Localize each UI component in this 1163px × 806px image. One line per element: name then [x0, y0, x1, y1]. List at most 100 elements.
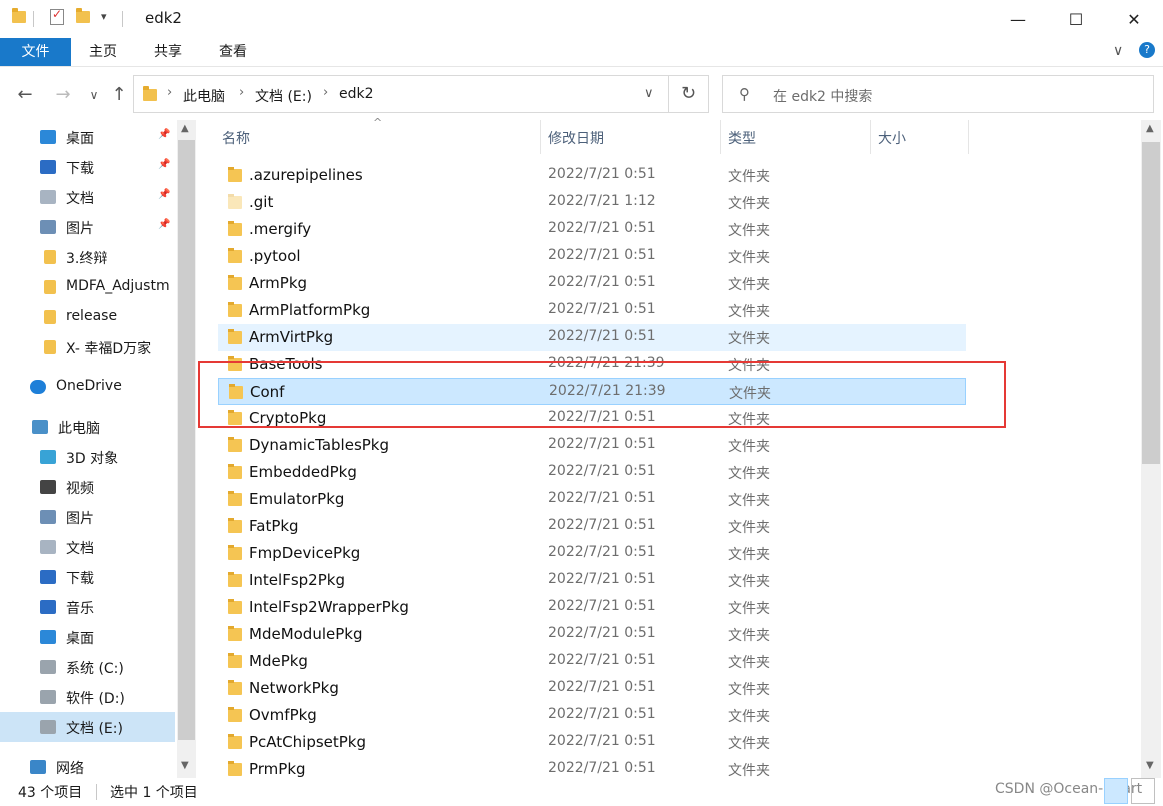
sidebar-item[interactable]: 文档 📌 — [0, 182, 177, 212]
properties-icon[interactable]: ✓ — [50, 7, 64, 25]
expand-ribbon-icon[interactable]: ∨ — [1113, 43, 1123, 59]
breadcrumb-this-pc[interactable]: 此电脑 — [183, 86, 225, 106]
scroll-up-icon[interactable]: ▲ — [1146, 123, 1154, 134]
column-divider[interactable] — [540, 120, 541, 154]
sidebar-item-label: 音乐 — [66, 601, 94, 617]
file-row[interactable]: NetworkPkg 2022/7/21 0:51 文件夹 — [218, 675, 966, 702]
sidebar-item[interactable]: 此电脑 — [0, 412, 177, 442]
chevron-right-icon[interactable]: › — [239, 85, 244, 100]
file-name: IntelFsp2Pkg — [249, 571, 345, 589]
sidebar-item[interactable]: 3D 对象 — [0, 442, 177, 472]
sidebar-item[interactable]: 网络 — [0, 752, 177, 778]
folder-icon — [12, 8, 26, 23]
sidebar-item[interactable]: 文档 — [0, 532, 177, 562]
column-name[interactable]: 名称 — [222, 128, 250, 148]
file-row[interactable]: .git 2022/7/21 1:12 文件夹 — [218, 189, 966, 216]
sidebar-item[interactable]: 图片 — [0, 502, 177, 532]
window-title: edk2 — [145, 9, 182, 27]
nav-scrollbar-thumb[interactable] — [178, 140, 195, 740]
address-bar[interactable]: › 此电脑 › 文档 (E:) › edk2 ∨ — [133, 75, 669, 113]
file-name: EmbeddedPkg — [249, 463, 357, 481]
up-button[interactable]: ↑ — [108, 82, 130, 108]
search-input[interactable]: 在 edk2 中搜索 — [773, 86, 872, 106]
large-icons-view-icon[interactable] — [1131, 778, 1155, 804]
column-divider[interactable] — [968, 120, 969, 154]
file-row[interactable]: FmpDevicePkg 2022/7/21 0:51 文件夹 — [218, 540, 966, 567]
file-date: 2022/7/21 0:51 — [548, 463, 656, 479]
sidebar-item[interactable]: 音乐 — [0, 592, 177, 622]
refresh-button[interactable]: ↻ — [669, 75, 709, 113]
help-icon[interactable]: ? — [1139, 42, 1155, 58]
minimize-button[interactable]: — — [989, 0, 1047, 38]
file-row[interactable]: FatPkg 2022/7/21 0:51 文件夹 — [218, 513, 966, 540]
file-row[interactable]: MdePkg 2022/7/21 0:51 文件夹 — [218, 648, 966, 675]
file-row[interactable]: ArmPkg 2022/7/21 0:51 文件夹 — [218, 270, 966, 297]
file-name: ArmVirtPkg — [249, 328, 334, 346]
close-button[interactable]: ✕ — [1105, 0, 1163, 38]
sidebar-item[interactable]: 桌面 📌 — [0, 122, 177, 152]
sidebar-item[interactable]: 视频 — [0, 472, 177, 502]
sidebar-item[interactable]: release — [0, 302, 177, 332]
sidebar-item[interactable]: OneDrive — [0, 372, 177, 402]
tab-view[interactable]: 查看 — [210, 38, 256, 66]
file-row[interactable]: EmbeddedPkg 2022/7/21 0:51 文件夹 — [218, 459, 966, 486]
file-row[interactable]: MdeModulePkg 2022/7/21 0:51 文件夹 — [218, 621, 966, 648]
breadcrumb-drive-e[interactable]: 文档 (E:) — [255, 86, 312, 106]
chevron-right-icon[interactable]: › — [323, 85, 328, 100]
chevron-down-icon[interactable]: ∨ — [644, 86, 654, 101]
file-row[interactable]: EmulatorPkg 2022/7/21 0:51 文件夹 — [218, 486, 966, 513]
scroll-up-icon[interactable]: ▲ — [181, 123, 189, 134]
tab-share[interactable]: 共享 — [145, 38, 191, 66]
sidebar-item[interactable]: 系统 (C:) — [0, 652, 177, 682]
status-bar: 43 个项目 选中 1 个项目 — [0, 778, 1163, 806]
breadcrumb-edk2[interactable]: edk2 — [339, 86, 374, 102]
file-type: 文件夹 — [728, 547, 770, 563]
scroll-down-icon[interactable]: ▼ — [181, 760, 189, 771]
file-row[interactable]: .azurepipelines 2022/7/21 0:51 文件夹 — [218, 162, 966, 189]
search-box[interactable]: ⚲ 在 edk2 中搜索 — [722, 75, 1154, 113]
file-row[interactable]: IntelFsp2Pkg 2022/7/21 0:51 文件夹 — [218, 567, 966, 594]
sidebar-item[interactable]: 软件 (D:) — [0, 682, 177, 712]
column-size[interactable]: 大小 — [878, 128, 906, 148]
file-row[interactable]: PcAtChipsetPkg 2022/7/21 0:51 文件夹 — [218, 729, 966, 756]
divider — [96, 784, 97, 800]
back-button[interactable]: ← — [12, 82, 38, 108]
file-row[interactable]: ArmVirtPkg 2022/7/21 0:51 文件夹 — [218, 324, 966, 351]
scroll-down-icon[interactable]: ▼ — [1146, 760, 1154, 771]
file-row[interactable]: .mergify 2022/7/21 0:51 文件夹 — [218, 216, 966, 243]
file-date: 2022/7/21 0:51 — [548, 760, 656, 776]
sidebar-item-label: 3D 对象 — [66, 451, 119, 467]
sidebar-item[interactable]: MDFA_Adjustm — [0, 272, 177, 302]
file-row[interactable]: .pytool 2022/7/21 0:51 文件夹 — [218, 243, 966, 270]
recent-locations-icon[interactable]: ∨ — [86, 82, 102, 108]
file-row[interactable]: IntelFsp2WrapperPkg 2022/7/21 0:51 文件夹 — [218, 594, 966, 621]
column-divider[interactable] — [870, 120, 871, 154]
sidebar-item[interactable]: 3.终辩 — [0, 242, 177, 272]
file-row[interactable]: OvmfPkg 2022/7/21 0:51 文件夹 — [218, 702, 966, 729]
forward-button[interactable]: → — [50, 82, 76, 108]
column-date[interactable]: 修改日期 — [548, 128, 604, 148]
tab-home[interactable]: 主页 — [80, 38, 126, 66]
document-icon — [40, 190, 56, 204]
sidebar-item-label: 文档 (E:) — [66, 721, 123, 737]
customize-toolbar-icon[interactable]: ▾ — [101, 10, 107, 23]
file-row[interactable]: PrmPkg 2022/7/21 0:51 文件夹 — [218, 756, 966, 778]
file-date: 2022/7/21 0:51 — [548, 652, 656, 668]
details-view-icon[interactable] — [1104, 778, 1128, 804]
column-divider[interactable] — [720, 120, 721, 154]
sidebar-item[interactable]: 文档 (E:) — [0, 712, 175, 742]
sidebar-item[interactable]: 图片 📌 — [0, 212, 177, 242]
column-type[interactable]: 类型 — [728, 128, 756, 148]
chevron-right-icon[interactable]: › — [167, 85, 172, 100]
sidebar-item[interactable]: X- 幸福D万家 — [0, 332, 177, 362]
maximize-button[interactable]: ☐ — [1047, 0, 1105, 38]
file-row[interactable]: DynamicTablesPkg 2022/7/21 0:51 文件夹 — [218, 432, 966, 459]
sidebar-item[interactable]: 下载 — [0, 562, 177, 592]
new-folder-icon[interactable] — [76, 8, 90, 23]
file-type: 文件夹 — [728, 196, 770, 212]
file-list-scrollbar-thumb[interactable] — [1142, 142, 1160, 464]
sidebar-item[interactable]: 桌面 — [0, 622, 177, 652]
sidebar-item[interactable]: 下载 📌 — [0, 152, 177, 182]
file-row[interactable]: ArmPlatformPkg 2022/7/21 0:51 文件夹 — [218, 297, 966, 324]
tab-file[interactable]: 文件 — [0, 38, 71, 66]
